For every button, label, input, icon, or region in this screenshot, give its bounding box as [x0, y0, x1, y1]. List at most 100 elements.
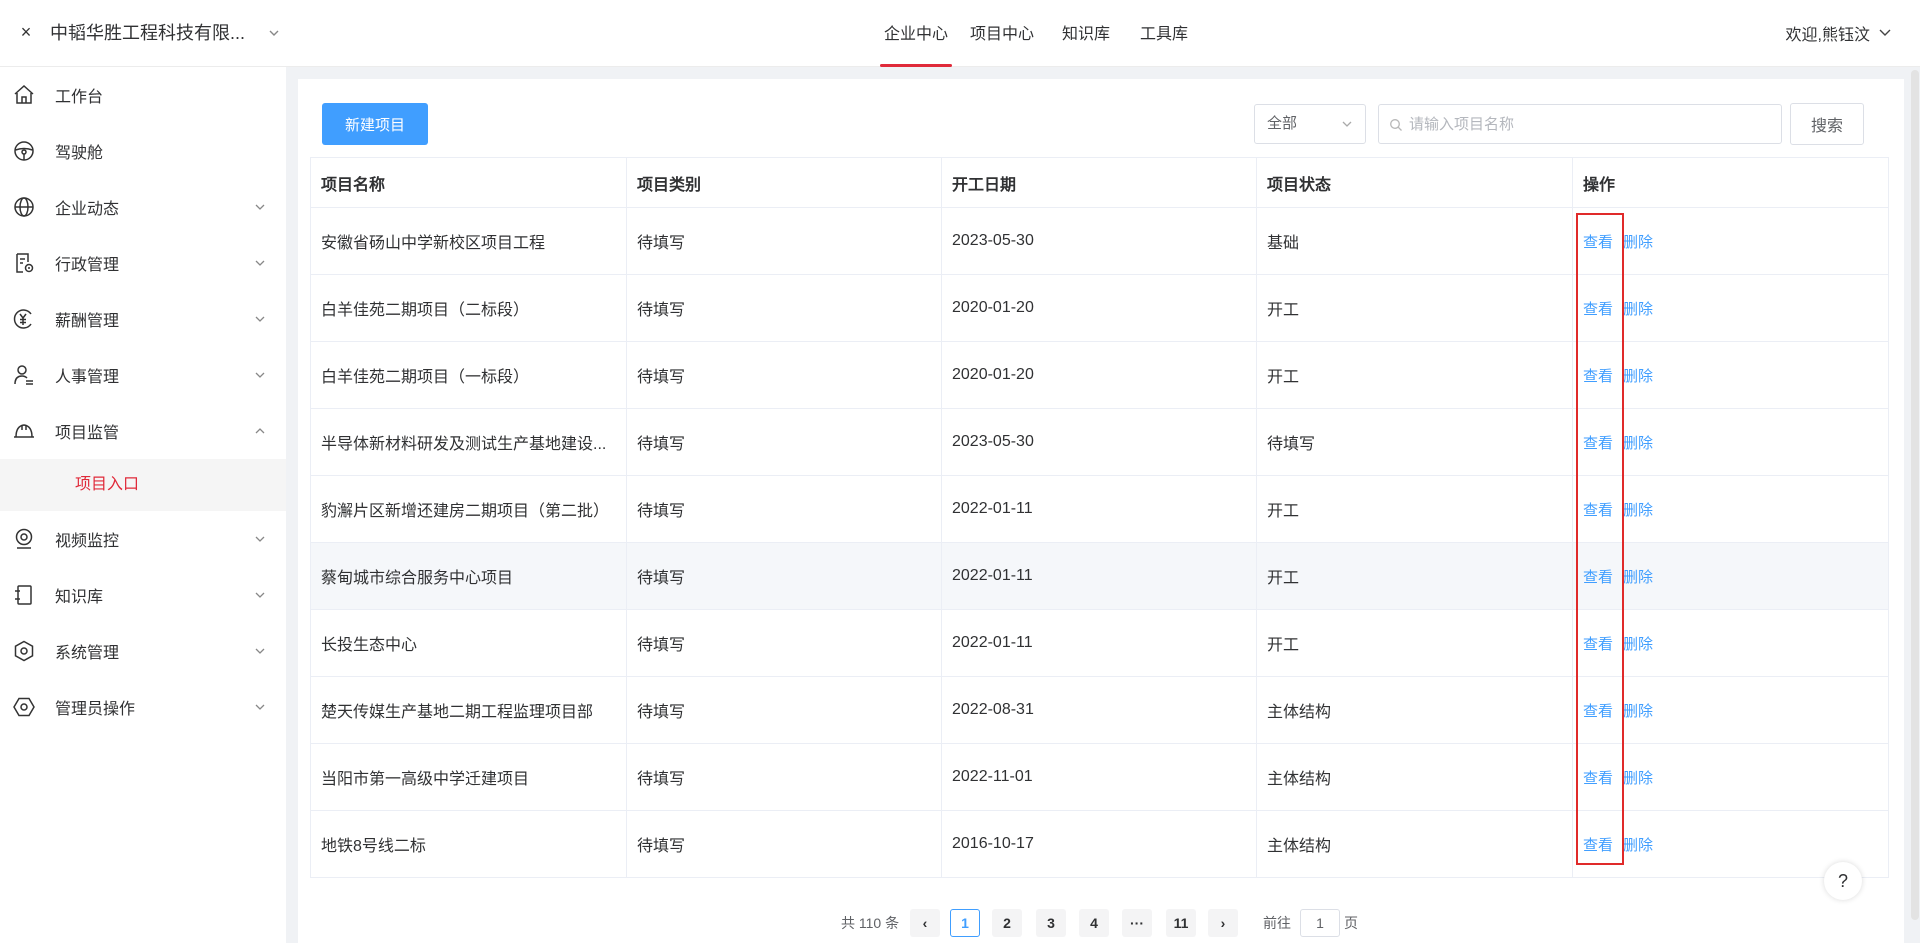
view-link[interactable]: 查看 — [1583, 569, 1613, 586]
yuan-coin-icon — [13, 309, 32, 329]
view-link[interactable]: 查看 — [1583, 636, 1613, 653]
pagination-total: 共 110 条 — [841, 915, 900, 931]
top-nav-tab-1[interactable]: 企业中心 — [879, 0, 953, 67]
column-header-actions: 操作 — [1572, 157, 1889, 208]
view-link[interactable]: 查看 — [1583, 435, 1613, 452]
cell-actions: 查看 删除 — [1572, 207, 1889, 275]
top-nav-tab-3[interactable]: 知识库 — [1062, 0, 1110, 67]
table-row: 蔡甸城市综合服务中心项目 待填写 2022-01-11 开工 查看 删除 — [310, 542, 1889, 610]
delete-link[interactable]: 删除 — [1623, 703, 1653, 720]
prev-page-button[interactable]: ‹ — [910, 909, 940, 937]
view-link[interactable]: 查看 — [1583, 234, 1613, 251]
sidebar-item-label: 行政管理 — [55, 257, 120, 274]
top-nav-tab-2[interactable]: 项目中心 — [970, 0, 1034, 67]
delete-link[interactable]: 删除 — [1623, 435, 1653, 452]
help-button[interactable]: ? — [1824, 862, 1862, 900]
sidebar-item-8[interactable]: 知识库 — [0, 567, 286, 623]
page-button-4[interactable]: 4 — [1079, 909, 1109, 937]
category-filter-select[interactable]: 全部 — [1254, 104, 1366, 144]
view-link[interactable]: 查看 — [1583, 368, 1613, 385]
close-icon[interactable]: × — [16, 18, 36, 46]
cell-actions: 查看 删除 — [1572, 609, 1889, 677]
view-link[interactable]: 查看 — [1583, 770, 1613, 787]
project-table: 项目名称 项目类别 开工日期 项目状态 操作 安徽省砀山中学新校区项目工程 待填写… — [310, 157, 1889, 878]
delete-link[interactable]: 删除 — [1623, 502, 1653, 519]
sidebar-item-2[interactable]: 企业动态 — [0, 179, 286, 235]
delete-link[interactable]: 删除 — [1623, 837, 1653, 854]
delete-link[interactable]: 删除 — [1623, 234, 1653, 251]
new-project-button[interactable]: 新建项目 — [322, 103, 428, 145]
user-menu[interactable]: 欢迎,熊钰汶 — [1786, 18, 1892, 48]
cell-project-name: 豹澥片区新增还建房二期项目（第二批） — [310, 475, 627, 543]
chevron-down-icon — [255, 648, 265, 654]
hard-hat-icon — [14, 424, 34, 438]
delete-link[interactable]: 删除 — [1623, 368, 1653, 385]
sidebar-item-5[interactable]: 人事管理 — [0, 347, 286, 403]
user-settings-icon — [14, 365, 33, 385]
table-row: 地铁8号线二标 待填写 2016-10-17 主体结构 查看 删除 — [310, 810, 1889, 878]
sidebar-item-1[interactable]: 驾驶舱 — [0, 123, 286, 179]
delete-link[interactable]: 删除 — [1623, 636, 1653, 653]
sidebar-item-label: 驾驶舱 — [55, 145, 104, 162]
sidebar-item-4[interactable]: 薪酬管理 — [0, 291, 286, 347]
cell-start-date: 2022-08-31 — [941, 676, 1257, 744]
next-page-button[interactable]: › — [1208, 909, 1238, 937]
sidebar-item-label: 管理员操作 — [55, 701, 136, 718]
top-nav-tab-4[interactable]: 工具库 — [1140, 0, 1188, 67]
cell-status: 待填写 — [1256, 408, 1573, 476]
pagination-jump-input[interactable] — [1300, 909, 1340, 937]
chevron-down-icon — [255, 592, 265, 598]
view-link[interactable]: 查看 — [1583, 301, 1613, 318]
table-row: 安徽省砀山中学新校区项目工程 待填写 2023-05-30 基础 查看 删除 — [310, 207, 1889, 275]
sidebar-item-0[interactable]: 工作台 — [0, 67, 286, 123]
page-button-3[interactable]: 3 — [1036, 909, 1066, 937]
page-button-5[interactable]: ··· — [1122, 909, 1152, 937]
sidebar-item-label: 薪酬管理 — [55, 313, 120, 330]
search-button[interactable]: 搜索 — [1790, 103, 1864, 145]
chevron-down-icon — [255, 316, 265, 322]
search-icon — [1390, 119, 1402, 131]
sidebar-item-label: 知识库 — [55, 589, 104, 606]
cell-project-name: 长投生态中心 — [310, 609, 627, 677]
delete-link[interactable]: 删除 — [1623, 770, 1653, 787]
chevron-down-icon — [255, 372, 265, 378]
page-button-2[interactable]: 2 — [992, 909, 1022, 937]
cell-actions: 查看 删除 — [1572, 475, 1889, 543]
chevron-down-icon — [269, 30, 279, 36]
sidebar-item-6[interactable]: 项目监管 — [0, 403, 286, 459]
sidebar-item-10[interactable]: 管理员操作 — [0, 679, 286, 735]
chevron-down-icon — [255, 704, 265, 710]
cell-start-date: 2020-01-20 — [941, 341, 1257, 409]
search-input[interactable] — [1409, 106, 1775, 142]
sidebar: 工作台驾驶舱企业动态行政管理薪酬管理人事管理项目监管项目入口视频监控知识库系统管… — [0, 67, 286, 943]
page-button-1[interactable]: 1 — [950, 909, 980, 937]
cell-start-date: 2022-01-11 — [941, 475, 1257, 543]
view-link[interactable]: 查看 — [1583, 837, 1613, 854]
globe-icon — [14, 197, 34, 217]
sidebar-item-9[interactable]: 系统管理 — [0, 623, 286, 679]
sidebar-item-3[interactable]: 行政管理 — [0, 235, 286, 291]
delete-link[interactable]: 删除 — [1623, 569, 1653, 586]
chevron-down-icon — [255, 260, 265, 266]
cell-start-date: 2020-01-20 — [941, 274, 1257, 342]
cell-category: 待填写 — [626, 475, 942, 543]
sidebar-item-7[interactable]: 视频监控 — [0, 511, 286, 567]
pagination-jump-prefix: 前往 — [1263, 915, 1291, 931]
view-link[interactable]: 查看 — [1583, 502, 1613, 519]
sidebar-item-label: 项目监管 — [55, 425, 120, 442]
document-settings-icon — [16, 253, 34, 273]
sidebar-subitem-6-0[interactable]: 项目入口 — [0, 459, 286, 511]
table-row: 长投生态中心 待填写 2022-01-11 开工 查看 删除 — [310, 609, 1889, 677]
sidebar-subitem-label: 项目入口 — [75, 476, 140, 493]
scrollbar-thumb[interactable] — [1911, 70, 1919, 920]
cell-actions: 查看 删除 — [1572, 676, 1889, 744]
cell-project-name: 白羊佳苑二期项目（一标段） — [310, 341, 627, 409]
table-row: 白羊佳苑二期项目（一标段） 待填写 2020-01-20 开工 查看 删除 — [310, 341, 1889, 409]
cell-category: 待填写 — [626, 743, 942, 811]
company-switcher[interactable]: 中韬华胜工程科技有限... — [50, 18, 281, 48]
view-link[interactable]: 查看 — [1583, 703, 1613, 720]
delete-link[interactable]: 删除 — [1623, 301, 1653, 318]
page-button-6[interactable]: 11 — [1166, 909, 1196, 937]
steering-wheel-icon — [14, 141, 34, 161]
cell-status: 开工 — [1256, 609, 1573, 677]
